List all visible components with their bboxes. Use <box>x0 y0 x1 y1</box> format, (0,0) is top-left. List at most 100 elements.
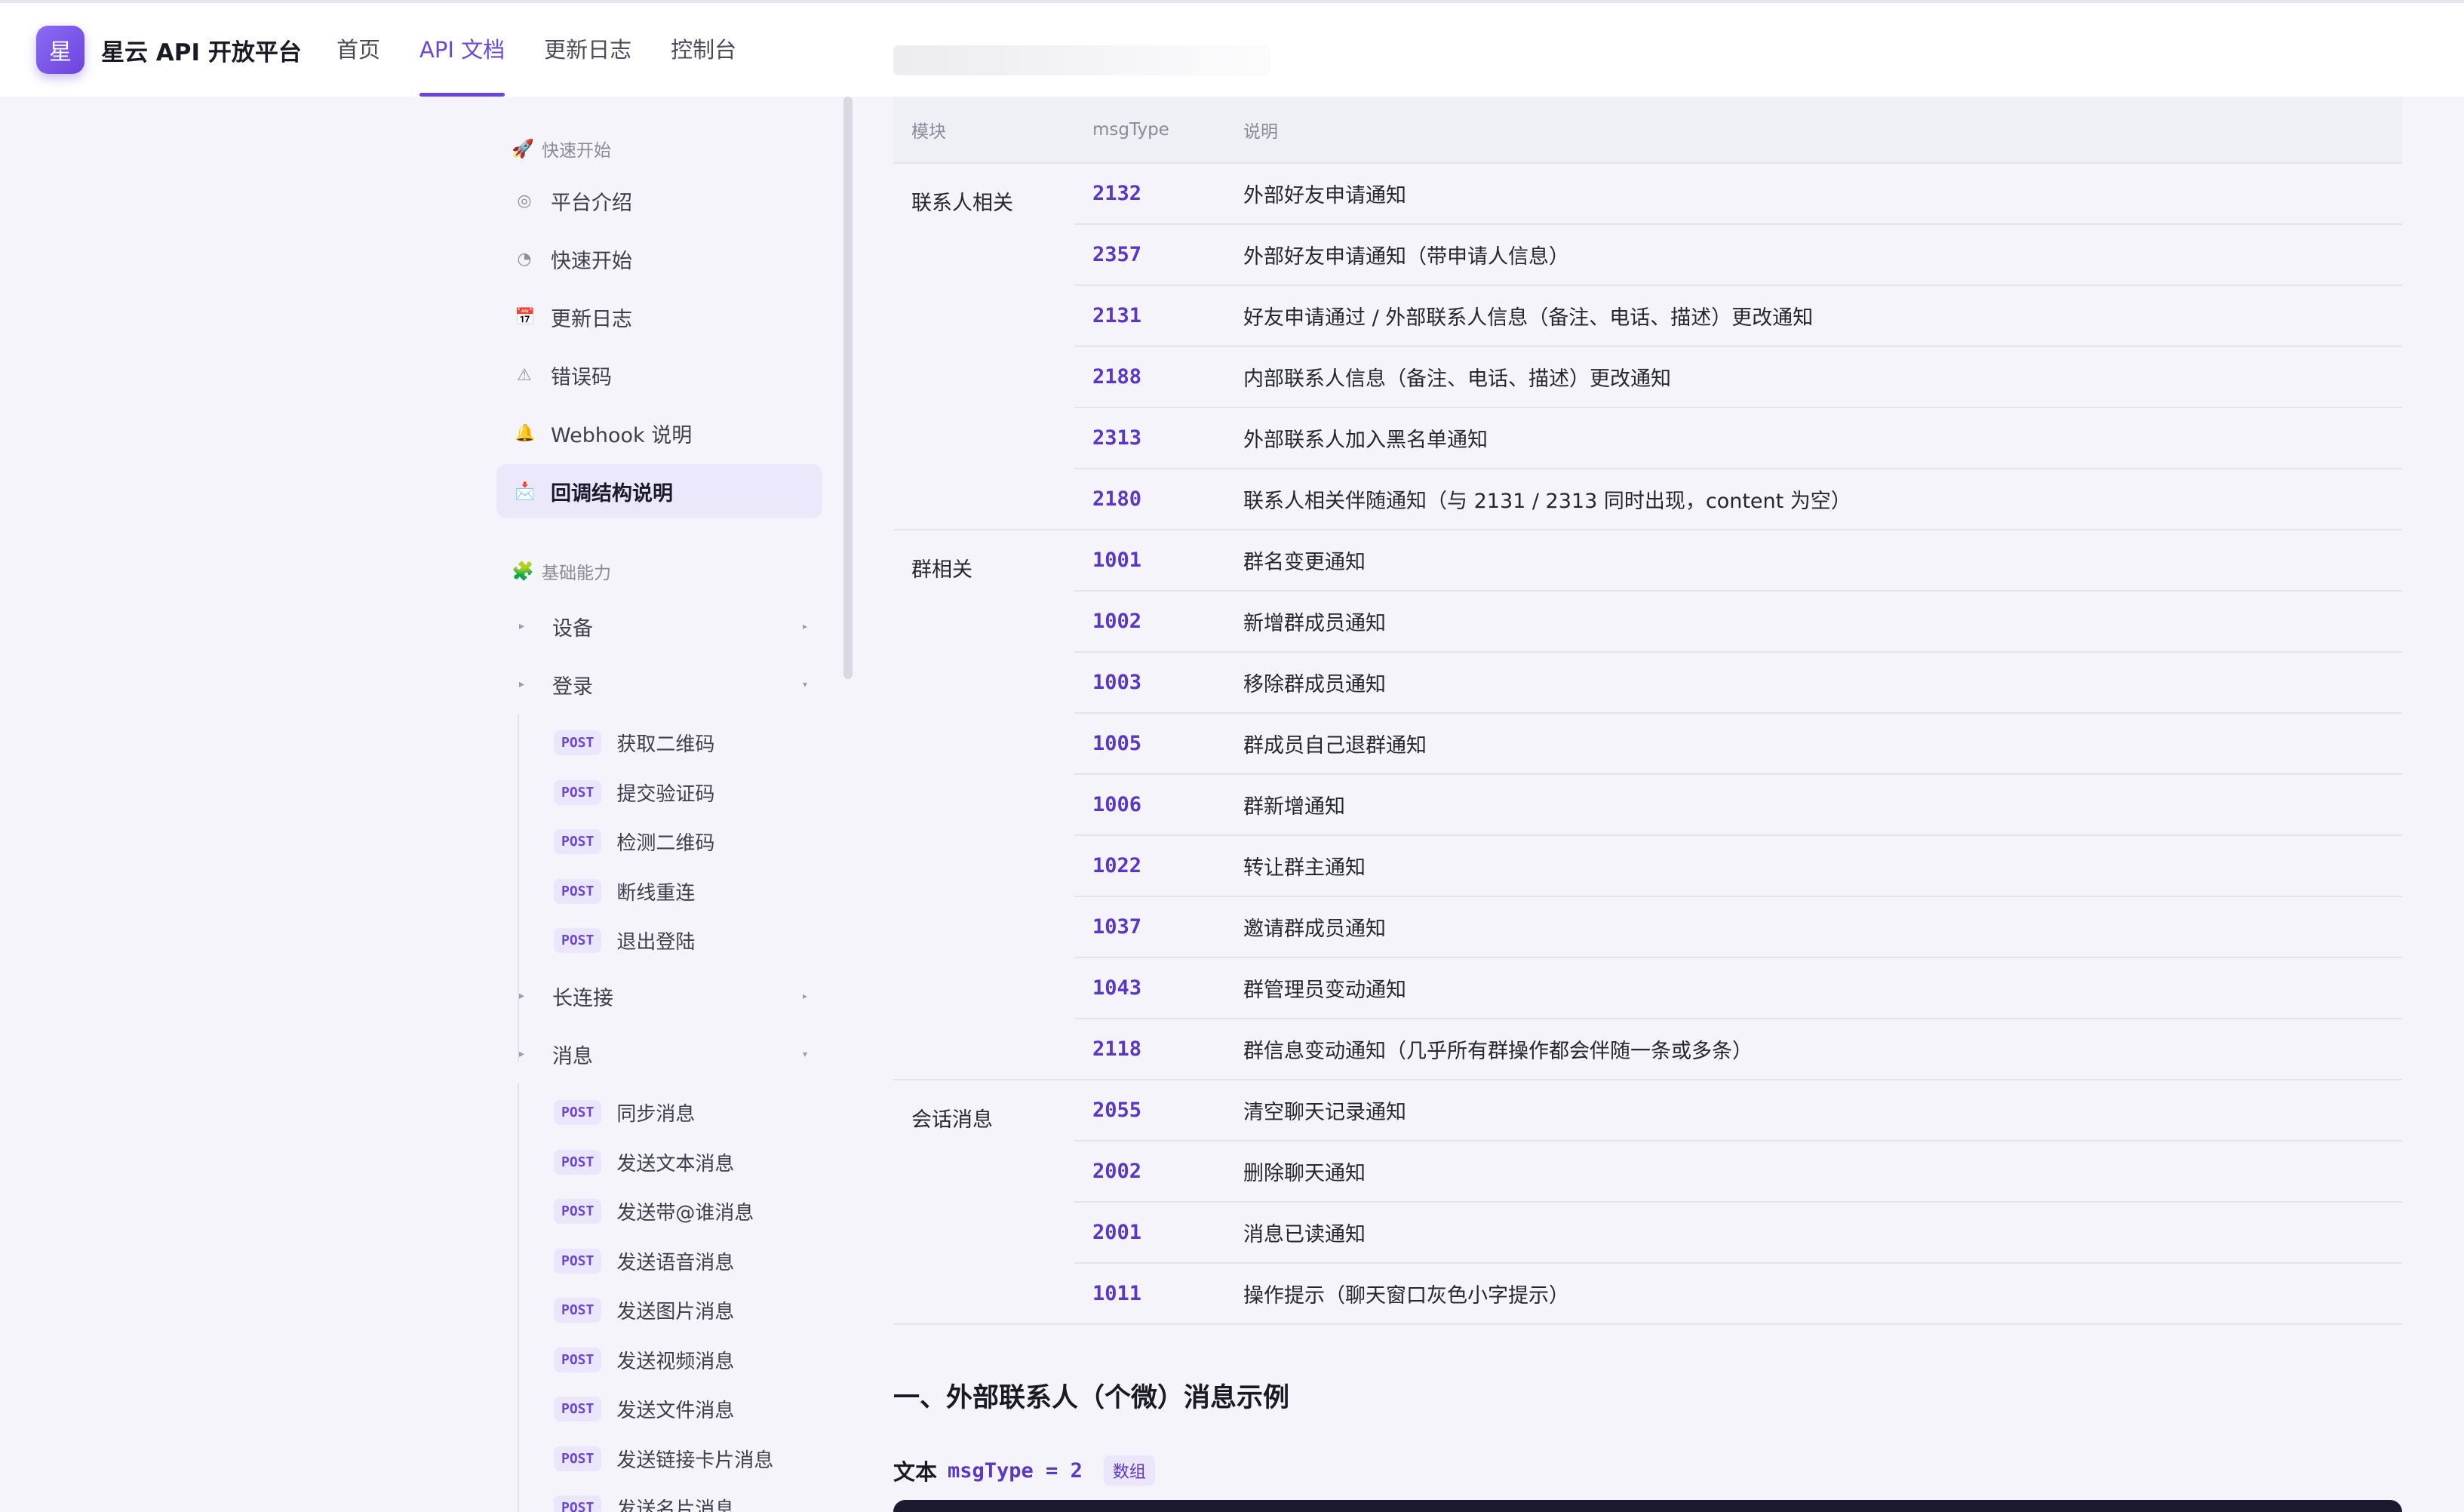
sidebar-folder-login[interactable]: ▸ 登录 ▾ <box>496 657 822 711</box>
header-module: 模块 <box>893 97 1074 164</box>
description-cell: 群管理员变动通知 <box>1225 957 2402 1019</box>
description-cell: 转让群主通知 <box>1225 835 2402 897</box>
api-label: 检测二维码 <box>616 831 715 855</box>
table-row: 群相关 1001 群名变更通知 <box>893 530 2402 1080</box>
msgtype-cell: 2055 <box>1074 1080 1225 1142</box>
nav-console[interactable]: 控制台 <box>671 3 736 97</box>
folder-label: 登录 <box>552 675 593 699</box>
faded-page-title <box>893 45 1270 75</box>
puzzle-icon: 🧩 <box>512 561 534 582</box>
chevron-icon: ▸ <box>802 621 807 632</box>
api-send-at[interactable]: POST 发送带@谁消息 <box>554 1191 754 1231</box>
api-submit-code[interactable]: POST 提交验证码 <box>554 773 714 812</box>
bell-icon: 🔔 <box>515 423 536 443</box>
table-row: 2313 外部联系人加入黑名单通知 <box>893 407 2402 469</box>
description-cell: 邀请群成员通知 <box>1225 896 2402 958</box>
rocket-icon: 🚀 <box>512 138 534 159</box>
method-badge: POST <box>554 1396 602 1421</box>
top-header: 星 星云 API 开放平台 首页 API 文档 更新日志 控制台 <box>0 3 2464 97</box>
msgtype-cell: 2001 <box>1074 1202 1225 1264</box>
chevron-icon: ▾ <box>802 1049 807 1059</box>
sidebar-item-callback-structure[interactable]: 📩 回调结构说明 <box>496 464 822 518</box>
api-send-voice[interactable]: POST 发送语音消息 <box>554 1241 734 1280</box>
api-send-file[interactable]: POST 发送文件消息 <box>554 1389 734 1428</box>
api-send-contact-card[interactable]: POST 发送名片消息 <box>554 1488 734 1512</box>
api-send-link-card[interactable]: POST 发送链接卡片消息 <box>554 1439 773 1478</box>
group-title-label: 快速开始 <box>542 141 611 161</box>
api-label: 发送带@谁消息 <box>616 1201 754 1225</box>
sidebar-scrollbar[interactable] <box>843 97 853 679</box>
table-row: 2001 消息已读通知 <box>893 1202 2402 1264</box>
method-badge: POST <box>554 1198 602 1224</box>
nav-home[interactable]: 首页 <box>336 3 380 97</box>
table-row: 2180 联系人相关伴随通知（与 2131 / 2313 同时出现，content… <box>893 469 2402 530</box>
description-cell: 外部好友申请通知（带申请人信息） <box>1225 224 2402 286</box>
description-cell: 群名变更通知 <box>1225 530 2402 592</box>
description-cell: 操作提示（聊天窗口灰色小字提示） <box>1225 1263 2402 1325</box>
api-label: 发送语音消息 <box>616 1251 735 1274</box>
warning-icon: ⚠ <box>517 365 532 385</box>
table-row: 1037 邀请群成员通知 <box>893 896 2402 958</box>
msgtype-cell: 1006 <box>1074 774 1225 836</box>
description-cell: 群新增通知 <box>1225 774 2402 836</box>
sidebar-folder-message[interactable]: ▸ 消息 ▾ <box>496 1027 822 1081</box>
chevron-icon: ▸ <box>802 991 807 1001</box>
api-label: 发送图片消息 <box>616 1300 735 1323</box>
nav-changelog[interactable]: 更新日志 <box>544 3 631 97</box>
sidebar-item-quickstart[interactable]: ◔ 快速开始 <box>496 232 822 286</box>
msgtype-cell: 2313 <box>1074 407 1225 469</box>
msgtype-cell: 1002 <box>1074 591 1225 653</box>
sidebar-item-intro[interactable]: ◎ 平台介绍 <box>496 174 822 228</box>
sidebar-folder-device[interactable]: ▸ 设备 ▸ <box>496 599 822 653</box>
method-badge: POST <box>554 1149 602 1175</box>
group-basic: 🧩 基础能力 <box>512 558 611 584</box>
brand-name[interactable]: 星云 API 开放平台 <box>101 33 302 67</box>
sidebar-folder-long-connection[interactable]: ▸ 长连接 ▸ <box>496 969 822 1023</box>
table-row: 2357 外部好友申请通知（带申请人信息） <box>893 224 2402 286</box>
api-send-image[interactable]: POST 发送图片消息 <box>554 1290 734 1329</box>
sidebar-item-changelog[interactable]: 📅 更新日志 <box>496 290 822 344</box>
example-tag: 数组 <box>1103 1455 1155 1486</box>
api-sync-message[interactable]: POST 同步消息 <box>554 1093 695 1132</box>
api-label: 发送文件消息 <box>616 1399 735 1422</box>
msgtype-cell: 1005 <box>1074 713 1225 775</box>
nav-api-docs[interactable]: API 文档 <box>419 3 505 97</box>
msgtype-cell: 1037 <box>1074 896 1225 958</box>
method-badge: POST <box>554 1495 602 1512</box>
api-label: 发送文本消息 <box>616 1152 735 1175</box>
description-cell: 移除群成员通知 <box>1225 652 2402 714</box>
top-nav: 首页 API 文档 更新日志 控制台 <box>336 3 776 97</box>
api-label: 同步消息 <box>616 1102 696 1126</box>
sidebar-item-error-codes[interactable]: ⚠ 错误码 <box>496 348 822 402</box>
table-row: 1022 转让群主通知 <box>893 835 2402 897</box>
group-title-label: 基础能力 <box>542 564 611 583</box>
description-cell: 消息已读通知 <box>1225 1202 2402 1264</box>
message-sublist-line <box>518 1083 519 1512</box>
table-row: 1011 操作提示（聊天窗口灰色小字提示） <box>893 1263 2402 1325</box>
brand-logo[interactable]: 星 <box>36 26 84 74</box>
description-cell: 外部好友申请通知 <box>1225 163 2402 225</box>
api-send-text[interactable]: POST 发送文本消息 <box>554 1142 734 1182</box>
description-cell: 好友申请通过 / 外部联系人信息（备注、电话、描述）更改通知 <box>1225 285 2402 347</box>
api-logout[interactable]: POST 退出登陆 <box>554 920 695 960</box>
caret-right-icon: ▸ <box>519 620 525 632</box>
api-check-qrcode[interactable]: POST 检测二维码 <box>554 822 714 861</box>
example-msgtype: msgType = 2 <box>948 1458 1083 1483</box>
api-label: 断线重连 <box>616 881 696 905</box>
api-get-qrcode[interactable]: POST 获取二维码 <box>554 723 714 762</box>
calendar-icon: 📅 <box>515 307 536 327</box>
header-description: 说明 <box>1225 97 2402 164</box>
method-badge: POST <box>554 779 602 805</box>
description-cell: 群成员自己退群通知 <box>1225 713 2402 775</box>
description-cell: 联系人相关伴随通知（与 2131 / 2313 同时出现，content 为空） <box>1225 469 2402 530</box>
table-row: 2131 好友申请通过 / 外部联系人信息（备注、电话、描述）更改通知 <box>893 285 2402 347</box>
sidebar-item-webhook[interactable]: 🔔 Webhook 说明 <box>496 406 822 460</box>
code-block <box>893 1500 2402 1512</box>
docs-sidebar: 🚀 快速开始 ◎ 平台介绍 ◔ 快速开始 📅 更新日志 ⚠ 错误码 🔔 Webh… <box>483 97 845 1512</box>
msgtype-cell: 1011 <box>1074 1263 1225 1325</box>
method-badge: POST <box>554 1446 602 1471</box>
msgtype-cell: 1003 <box>1074 652 1225 714</box>
api-send-video[interactable]: POST 发送视频消息 <box>554 1340 734 1379</box>
table-row: 1003 移除群成员通知 <box>893 652 2402 714</box>
api-reconnect[interactable]: POST 断线重连 <box>554 871 695 911</box>
